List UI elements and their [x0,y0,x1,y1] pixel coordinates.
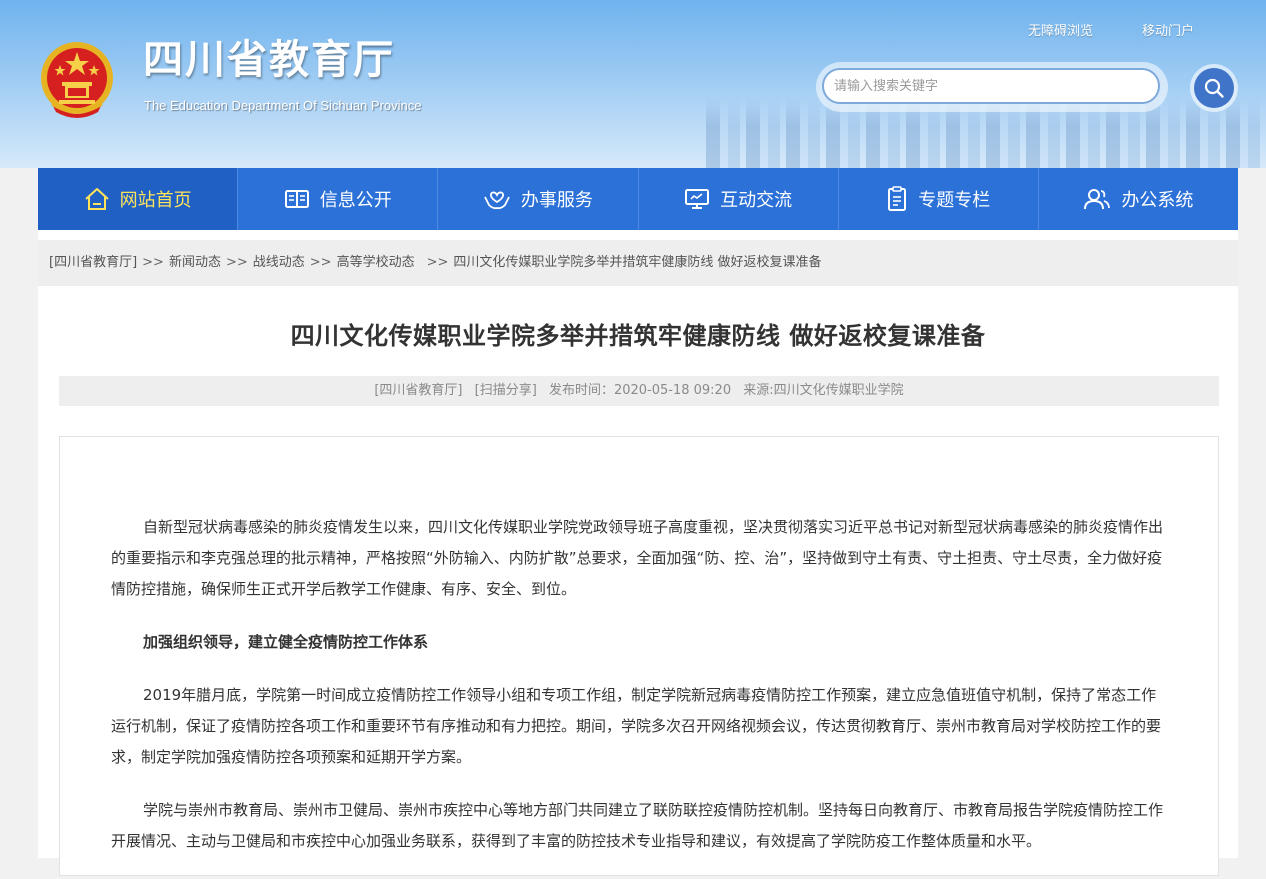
breadcrumb-separator: >> [142,255,164,270]
breadcrumb-item-site[interactable]: [四川省教育厅] [49,255,137,270]
article-paragraph: 2019年腊月底，学院第一时间成立疫情防控工作领导小组和专项工作组，制定学院新冠… [111,686,1162,766]
nav-item-interaction[interactable]: 互动交流 [639,168,839,230]
main-nav: 网站首页 信息公开 办事服务 互动交流 专题专栏 办公系统 [38,168,1238,230]
search-input[interactable] [822,68,1160,104]
article-section-heading: 加强组织领导，建立健全疫情防控工作体系 [143,633,429,651]
article-paragraph: 学院与崇州市教育局、崇州市卫健局、崇州市疾控中心等地方部门共同建立了联防联控疫情… [111,801,1164,850]
nav-label: 网站首页 [119,190,192,211]
breadcrumb-item-universities[interactable]: 高等学校动态 [337,255,415,270]
article-paragraph: 自新型冠状病毒感染的肺炎疫情发生以来，四川文化传媒职业学院党政领导班子高度重视，… [111,518,1164,598]
site-title: 四川省教育厅 [143,37,395,83]
article-box: 自新型冠状病毒感染的肺炎疫情发生以来，四川文化传媒职业学院党政领导班子高度重视，… [59,436,1219,876]
accessibility-link[interactable]: 无障碍浏览 [1028,20,1093,39]
meta-share-link[interactable]: [扫描分享] [475,383,537,398]
search-button[interactable] [1190,64,1238,112]
nav-label: 办事服务 [520,190,593,211]
magnifier-icon [1204,78,1224,98]
nav-item-special-topics[interactable]: 专题专栏 [839,168,1039,230]
search-box [816,62,1168,112]
breadcrumb-item-current[interactable]: 四川文化传媒职业学院多举并措筑牢健康防线 做好返校复课准备 [453,255,821,270]
meta-publish-time: 发布时间：2020-05-18 09:20 [548,383,732,398]
search-button-inner [1194,68,1234,108]
content-area: [四川省教育厅] >> 新闻动态 >> 战线动态 >> 高等学校动态 >> 四川文化传媒职业学院… [38,230,1238,876]
monitor-icon [685,189,710,209]
nav-item-info-disclosure[interactable]: 信息公开 [238,168,439,230]
breadcrumb: [四川省教育厅] >> 新闻动态 >> 战线动态 >> 高等学校动态 >> 四川文化传媒职业学院… [38,240,1238,286]
hands-heart-icon [484,191,510,210]
breadcrumb-item-frontline[interactable]: 战线动态 [253,255,305,270]
site-header: 四川省教育厅 The Education Department Of Sichu… [0,0,1266,168]
article-meta: [四川省教育厅] [扫描分享] 发布时间：2020-05-18 09:20 来源… [59,376,1219,406]
users-icon [1084,189,1111,210]
breadcrumb-separator: >> [225,255,248,270]
breadcrumb-separator: >> [426,255,449,270]
nav-label: 信息公开 [319,190,392,211]
document-icon [888,186,907,211]
nav-item-home[interactable]: 网站首页 [38,168,239,230]
mobile-portal-link[interactable]: 移动门户 [1142,20,1194,39]
nav-item-office-system[interactable]: 办公系统 [1039,168,1238,230]
site-subtitle: The Education Department Of Sichuan Prov… [144,98,422,113]
meta-site-link[interactable]: [四川省教育厅] [374,383,462,398]
article-title: 四川文化传媒职业学院多举并措筑牢健康防线 做好返校复课准备 [290,322,986,350]
nav-label: 专题专栏 [918,190,991,211]
nav-item-services[interactable]: 办事服务 [438,168,639,230]
breadcrumb-separator: >> [309,255,332,270]
nav-label: 办公系统 [1121,190,1194,211]
home-icon [84,188,109,210]
book-icon [284,190,309,208]
breadcrumb-item-news[interactable]: 新闻动态 [169,255,221,270]
nav-label: 互动交流 [720,190,793,211]
article-body: 自新型冠状病毒感染的肺炎疫情发生以来，四川文化传媒职业学院党政领导班子高度重视，… [111,512,1171,879]
national-emblem-icon [41,42,113,118]
meta-source: 来源:四川文化传媒职业学院 [743,383,904,398]
